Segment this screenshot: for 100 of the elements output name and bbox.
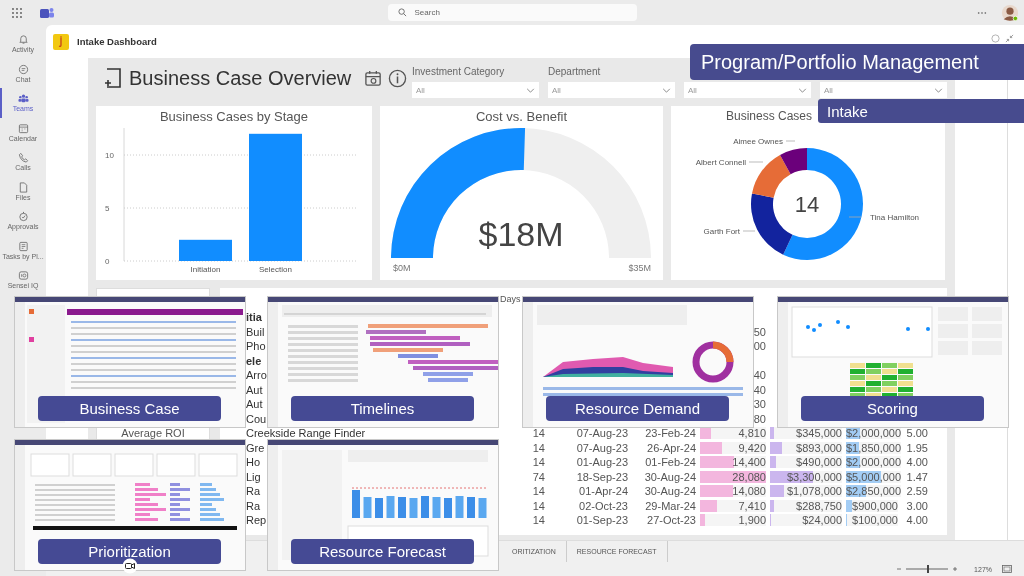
thumbnail-card[interactable]: Scoring: [778, 297, 1008, 427]
chart-title: Business Cases: [726, 109, 813, 125]
table-cell: $100,000: [852, 514, 898, 527]
table-cell-text: 23-Feb-24: [644, 427, 696, 440]
report-icon: [102, 67, 124, 89]
thumbnail-card[interactable]: Timelines: [268, 297, 498, 427]
table-cell-text: 14: [531, 514, 545, 527]
chart-title: Business Cases by Stage: [159, 109, 309, 126]
table-cell: Lig: [246, 470, 261, 483]
table-cell: 00: [753, 340, 766, 353]
leader-line: [785, 140, 796, 142]
video-camera-icon[interactable]: [122, 558, 138, 574]
app-bar-icon: [17, 152, 29, 164]
axis-tick-label: 5: [105, 204, 110, 213]
slice-label: Tina Hamilton: [870, 213, 920, 222]
table-cell-text: 07-Aug-23: [575, 441, 628, 454]
table-cell: $2,000,000: [846, 427, 902, 440]
collapse-icon[interactable]: [1005, 34, 1014, 43]
table-cell: Buil: [246, 325, 265, 338]
table-cell-text: 14: [531, 485, 545, 498]
people-logo-icon: [40, 6, 54, 19]
gauge-min-label: $0M: [393, 263, 411, 273]
table-cell: 50: [753, 325, 766, 338]
category-label: Selection: [259, 265, 292, 274]
overlay-banner: Intake: [818, 99, 1024, 123]
table-cell: $345,000: [796, 427, 842, 440]
table-cell-text: 14: [531, 441, 545, 454]
table-cell: Creekside Range Finder: [246, 427, 366, 440]
gauge-value: $18M: [478, 215, 564, 253]
app-logo-icon: [53, 33, 69, 50]
thumbnail-card[interactable]: Prioritization: [15, 440, 245, 570]
leader-line: [742, 230, 756, 232]
table-cell: Ra: [246, 485, 261, 498]
table-cell-text: 14: [531, 427, 545, 440]
table-cell: 4,810: [738, 427, 766, 440]
app-bar-icon: [17, 240, 29, 252]
table-cell: Aut: [246, 383, 263, 396]
zoom-out-icon[interactable]: [896, 566, 903, 572]
table-cell-text: 29-Mar-24: [644, 499, 696, 512]
table-cell: $490,000: [796, 456, 842, 469]
info-icon[interactable]: [388, 68, 408, 88]
table-cell: 28,080: [732, 470, 766, 483]
table-cell: $288,750: [796, 499, 842, 512]
table-cell: 14,400: [732, 456, 766, 469]
slice-label: Albert Connell: [695, 158, 746, 167]
group-header: ele: [246, 354, 262, 367]
table-cell: 40: [753, 369, 766, 382]
table-cell-text: 01-Feb-24: [644, 456, 696, 469]
bar: [179, 239, 232, 261]
table-cell: Arro: [246, 369, 267, 382]
filter-label: Investment Category: [412, 66, 506, 78]
caption-banner: Resource Forecast: [291, 539, 474, 564]
axis-tick-label: 0: [105, 257, 110, 266]
filter-dropdown[interactable]: All: [548, 82, 675, 98]
zoom-in-icon[interactable]: [952, 566, 959, 572]
table-cell-text: 3.00: [905, 499, 928, 512]
app-bar-icon: [17, 181, 29, 193]
table-cell-text: 74: [531, 470, 545, 483]
table-cell-text: 18-Sep-23: [575, 470, 628, 483]
chevron-down-icon: [798, 87, 807, 93]
filter-dropdown[interactable]: All: [412, 82, 539, 98]
app-title: Intake Dashboard: [77, 36, 157, 47]
table-cell: 30: [753, 398, 766, 411]
table-cell: 9,420: [738, 441, 766, 454]
more-options-icon[interactable]: [977, 10, 987, 15]
table-cell-text: 01-Apr-24: [578, 485, 628, 498]
table-cell: Aut: [246, 398, 263, 411]
fit-page-icon[interactable]: [1002, 565, 1012, 573]
leader-line: [748, 161, 764, 163]
column-header: Days: [500, 294, 521, 304]
table-cell: $2,850,000: [846, 485, 902, 498]
app-bar-icon: [17, 211, 29, 223]
table-cell: 40: [753, 383, 766, 396]
caption-banner: Scoring: [801, 396, 984, 421]
thumbnail-card[interactable]: Resource Forecast: [268, 440, 498, 570]
filter-dropdown[interactable]: All: [684, 82, 811, 98]
axis-tick-label: 10: [105, 151, 114, 160]
table-cell: Gre: [246, 441, 265, 454]
report-title: Business Case Overview: [129, 66, 352, 90]
donut-total: 14: [794, 192, 820, 217]
user-avatar-icon[interactable]: [1001, 3, 1019, 22]
thumbnail-card[interactable]: Resource Demand: [523, 297, 753, 427]
caption-banner: Business Case: [38, 396, 221, 421]
slice-label: Aimee Ownes: [733, 137, 783, 146]
table-cell: Cou: [246, 412, 267, 425]
table-cell: $1,850,000: [846, 441, 902, 454]
app-launcher-icon[interactable]: [12, 7, 22, 18]
table-cell-text: 01-Sep-23: [575, 514, 628, 527]
table-cell: $3,300,000: [786, 470, 842, 483]
category-label: Initiation: [190, 265, 221, 274]
table-cell: Rep: [246, 514, 267, 527]
table-cell-text: 14: [531, 499, 545, 512]
filter-dropdown[interactable]: All: [820, 82, 947, 98]
search-field[interactable]: Search: [387, 4, 637, 21]
caption-banner: Prioritization: [38, 539, 221, 564]
table-cell-text: 01-Aug-23: [575, 456, 628, 469]
thumbnail-card[interactable]: Business Case: [15, 297, 245, 427]
chevron-down-icon: [662, 87, 671, 93]
calendar-refresh-icon[interactable]: [364, 68, 384, 88]
caption-banner: Timelines: [291, 396, 474, 421]
